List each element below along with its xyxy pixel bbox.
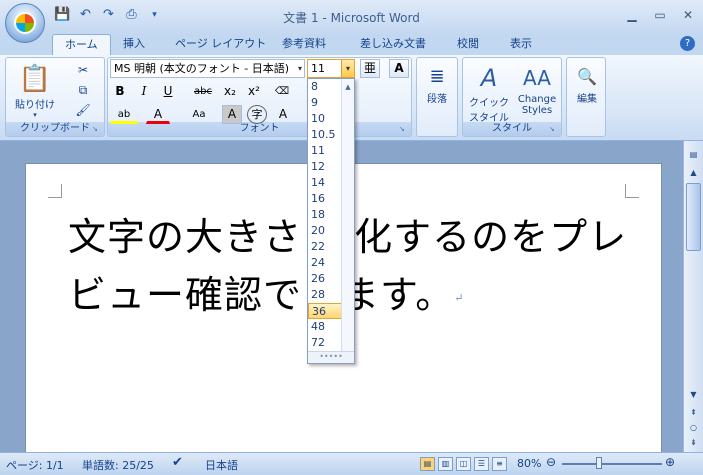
scroll-down-icon[interactable]: ▼ (686, 387, 701, 402)
quick-styles-button[interactable]: A クイック スタイル (465, 62, 513, 124)
editing-group: 🔍 編集 (566, 57, 606, 137)
print-layout-view-icon[interactable]: ▤ (420, 457, 435, 471)
paste-label: 貼り付け (15, 100, 55, 111)
browse-object-icon[interactable]: ○ (686, 420, 701, 435)
styles-group-label: スタイル (463, 122, 561, 136)
tab-mailings[interactable]: 差し込み文書 (360, 34, 426, 55)
paste-button[interactable]: 📋 貼り付け ▾ (10, 62, 60, 119)
full-screen-reading-icon[interactable]: ▥ (438, 457, 453, 471)
cut-icon[interactable]: ✂ (74, 62, 92, 78)
font-size-combo[interactable]: 11 ▾ (307, 59, 355, 78)
strikethrough-button[interactable]: abc (190, 82, 216, 101)
zoom-in-icon[interactable]: ⊕ (665, 455, 675, 469)
prev-page-icon[interactable]: ⇞ (686, 405, 701, 420)
change-styles-icon: AA (523, 66, 551, 90)
ribbon-tabs: ホーム 挿入 ページ レイアウト 参考資料 差し込み文書 校閲 表示 (0, 34, 703, 55)
zoom-out-icon[interactable]: ⊖ (546, 455, 556, 469)
binoculars-icon: 🔍 (577, 66, 597, 86)
styles-launcher-icon[interactable]: ↘ (549, 125, 558, 134)
window-controls: ▁ ▭ ✕ (623, 6, 697, 24)
clipboard-group: 📋 貼り付け ▾ ✂ ⧉ 🖌 クリップボード ↘ (5, 57, 105, 137)
web-layout-icon[interactable]: ◫ (456, 457, 471, 471)
close-icon[interactable]: ✕ (679, 6, 697, 24)
enclose-char-icon[interactable]: 字 (247, 105, 267, 124)
ruler-toggle-icon[interactable]: ▤ (686, 147, 701, 162)
highlight-color-icon[interactable]: ab (110, 105, 138, 124)
window-title: 文書 1 - Microsoft Word (283, 11, 420, 25)
proofing-icon[interactable]: ✔ (172, 455, 183, 470)
paragraph-label: 段落 (427, 94, 447, 105)
tab-insert[interactable]: 挿入 (123, 34, 145, 55)
scroll-thumb[interactable] (686, 183, 701, 251)
styles-group: A クイック スタイル AA Change Styles スタイル ↘ (462, 57, 562, 137)
editing-label: 編集 (577, 94, 597, 105)
font-name-value: MS 明朝 (本文のフォント - 日本語) (114, 62, 290, 75)
scroll-up-icon[interactable]: ▲ (686, 165, 701, 180)
clipboard-group-label: クリップボード (6, 122, 104, 136)
tab-page-layout[interactable]: ページ レイアウト (175, 34, 266, 55)
paragraph-group: ≣ 段落 (416, 57, 458, 137)
char-shading-icon[interactable]: A (222, 105, 242, 124)
font-launcher-icon[interactable]: ↘ (399, 125, 408, 134)
clear-format-icon[interactable]: ⌫ (272, 82, 292, 101)
tab-home[interactable]: ホーム (52, 34, 111, 55)
dropdown-scrollbar[interactable]: ▲ (341, 79, 354, 351)
superscript-button[interactable]: x² (244, 82, 264, 101)
title-bar: 💾 ↶ ↷ ⎙ ▾ 文書 1 - Microsoft Word ▁ ▭ ✕ (0, 0, 703, 34)
outline-view-icon[interactable]: ☰ (474, 457, 489, 471)
char-border-icon[interactable]: A (389, 59, 409, 78)
dropdown-resize-grip[interactable]: ••••• (308, 351, 354, 363)
font-size-dropdown: 8 9 10 10.5 11 12 14 16 18 20 22 24 26 2… (307, 78, 355, 364)
editing-button[interactable]: 🔍 編集 (569, 62, 605, 106)
paragraph-button[interactable]: ≣ 段落 (421, 62, 453, 106)
tab-references[interactable]: 参考資料 (282, 34, 326, 55)
font-group-label: フォント (108, 122, 411, 136)
margin-corner (48, 184, 62, 198)
paragraph-icon: ≣ (429, 65, 445, 87)
font-size-dropdown-icon[interactable]: ▾ (341, 60, 354, 77)
document-text[interactable]: 文字の大きさ 変化するのをプレビュー確認できます。↵ (68, 208, 648, 328)
maximize-icon[interactable]: ▭ (651, 6, 669, 24)
ruby-icon[interactable]: 亜 (360, 59, 380, 78)
dropdown-scroll-up-icon[interactable]: ▲ (342, 83, 354, 91)
paste-dropdown-icon[interactable]: ▾ (10, 111, 60, 119)
font-name-dropdown-icon[interactable]: ▾ (298, 60, 302, 77)
draft-view-icon[interactable]: ≡ (492, 457, 507, 471)
vertical-scrollbar[interactable]: ▤ ▲ ▼ ⇞ ○ ⇟ (683, 141, 703, 452)
office-button[interactable] (5, 3, 45, 43)
paragraph-mark-icon: ↵ (454, 291, 465, 305)
underline-button[interactable]: U (158, 82, 178, 101)
copy-icon[interactable]: ⧉ (74, 82, 92, 98)
zoom-level[interactable]: 80% (517, 457, 541, 470)
subscript-button[interactable]: x₂ (220, 82, 240, 101)
font-color-icon[interactable]: A (146, 105, 170, 124)
clipboard-launcher-icon[interactable]: ↘ (92, 125, 101, 134)
change-styles-button[interactable]: AA Change Styles (513, 62, 561, 116)
font-size-value: 11 (311, 62, 325, 75)
quick-styles-label: クイック スタイル (469, 98, 509, 124)
minimize-icon[interactable]: ▁ (623, 6, 641, 24)
zoom-slider[interactable] (562, 463, 662, 465)
quick-styles-icon: A (480, 64, 498, 92)
paste-icon: 📋 (18, 64, 52, 94)
change-case-icon[interactable]: Aa (184, 105, 214, 124)
status-bar: ページ: 1/1 単語数: 25/25 ✔ 日本語 ▤ ▥ ◫ ☰ ≡ 80% … (0, 452, 703, 475)
office-logo-icon (14, 12, 36, 34)
margin-corner (625, 184, 639, 198)
change-styles-label: Change Styles (517, 94, 557, 116)
tab-review[interactable]: 校閲 (457, 34, 479, 55)
font-name-combo[interactable]: MS 明朝 (本文のフォント - 日本語) ▾ (110, 59, 305, 78)
format-painter-icon[interactable]: 🖌 (74, 102, 92, 118)
page-count[interactable]: ページ: 1/1 (6, 457, 64, 473)
next-page-icon[interactable]: ⇟ (686, 435, 701, 450)
zoom-slider-thumb[interactable] (596, 457, 602, 469)
italic-button[interactable]: I (134, 82, 154, 101)
grow-font-button[interactable]: A (273, 105, 293, 124)
tab-view[interactable]: 表示 (510, 34, 532, 55)
help-icon[interactable]: ? (680, 36, 695, 51)
language-status[interactable]: 日本語 (205, 457, 238, 473)
word-count[interactable]: 単語数: 25/25 (82, 457, 154, 473)
bold-button[interactable]: B (110, 82, 130, 101)
